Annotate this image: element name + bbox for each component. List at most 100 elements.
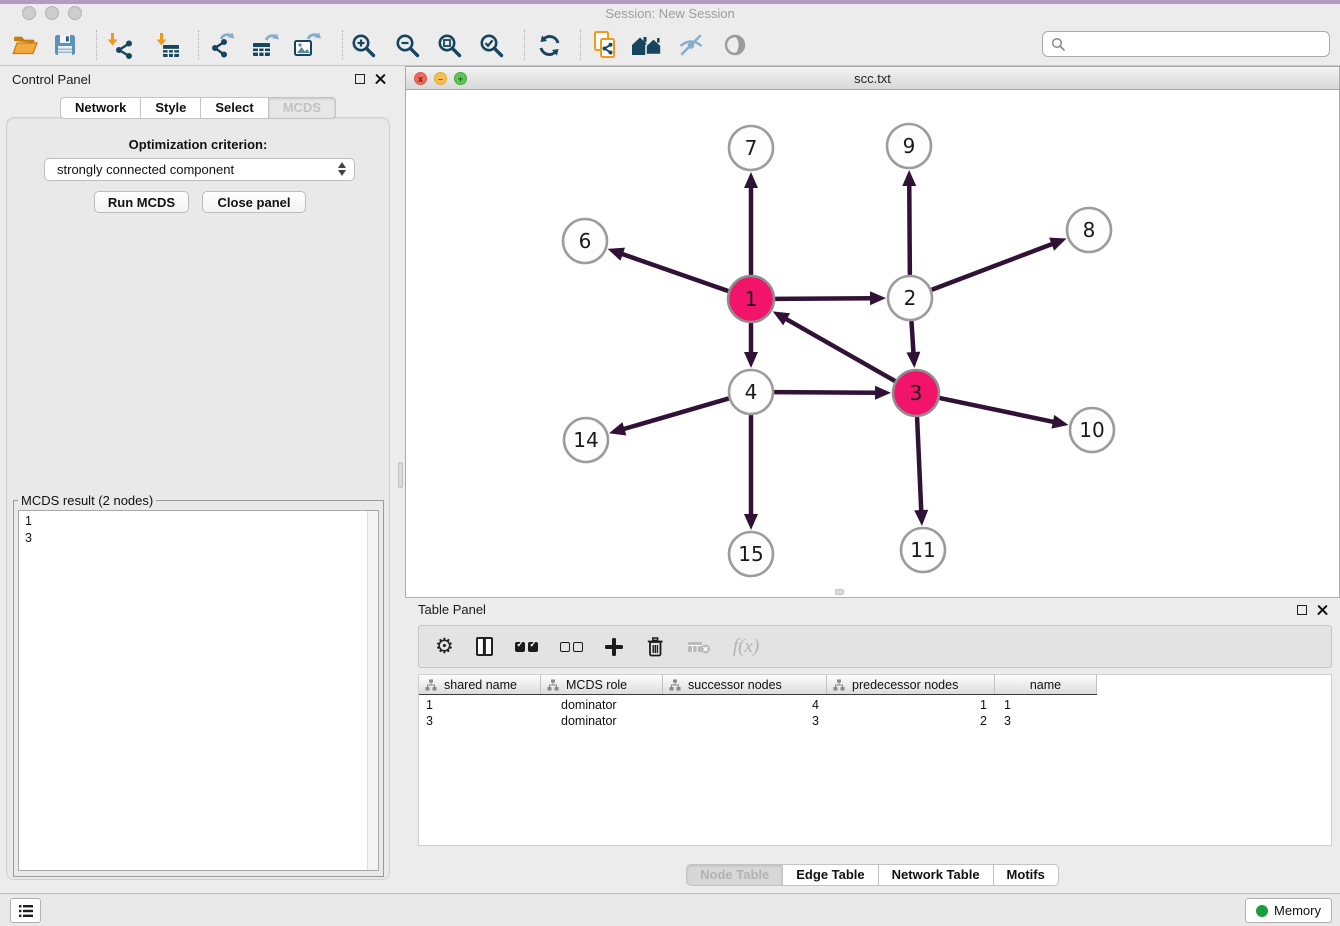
- table-cell: 2: [827, 714, 995, 728]
- hide-details-button[interactable]: [674, 29, 708, 61]
- horizontal-splitter-grip[interactable]: [835, 589, 844, 595]
- show-columns-icon[interactable]: [476, 637, 493, 656]
- float-panel-icon[interactable]: [1297, 605, 1307, 615]
- import-table-button[interactable]: [150, 29, 184, 61]
- tab-style[interactable]: Style: [141, 97, 201, 119]
- zoom-selected-button[interactable]: [474, 29, 508, 61]
- zoom-fit-button[interactable]: [432, 29, 466, 61]
- save-session-button[interactable]: [48, 29, 82, 61]
- column-header-MCDS-role[interactable]: MCDS role: [541, 675, 663, 694]
- tab-edge-table[interactable]: Edge Table: [783, 864, 878, 886]
- column-header-predecessor-nodes[interactable]: predecessor nodes: [827, 675, 995, 694]
- eye-slash-icon: [677, 31, 705, 59]
- table-body: 1dominator4113dominator323: [419, 697, 1331, 729]
- memory-button[interactable]: Memory: [1245, 898, 1332, 923]
- export-image-button[interactable]: [290, 29, 324, 61]
- deselect-all-icon[interactable]: [560, 642, 583, 652]
- table-cell: dominator: [541, 698, 663, 712]
- toolbar-separator: [96, 30, 97, 60]
- toolbar-separator: [580, 30, 581, 60]
- export-network-button[interactable]: [206, 29, 240, 61]
- table-options-icon[interactable]: ⚙: [435, 636, 454, 657]
- task-list-icon: [18, 904, 34, 918]
- birdseye-view-button[interactable]: [718, 29, 752, 61]
- export-network-icon: [209, 31, 237, 59]
- houses-icon: [630, 32, 664, 58]
- svg-text:9: 9: [903, 134, 916, 158]
- toolbar-separator: [198, 30, 199, 60]
- svg-text:11: 11: [910, 538, 935, 562]
- delete-table-icon: [687, 639, 711, 655]
- tab-mcds[interactable]: MCDS: [269, 97, 336, 119]
- network-graph[interactable]: 1234678910111415: [406, 90, 1339, 597]
- task-history-button[interactable]: [10, 898, 41, 923]
- open-session-button[interactable]: [8, 29, 42, 61]
- network-window-titlebar[interactable]: x–+ scc.txt: [406, 67, 1339, 90]
- result-scrollbar[interactable]: [367, 511, 378, 870]
- table-header: shared name MCDS role successor nodes prede…: [419, 675, 1097, 695]
- clone-network-icon: [591, 30, 619, 60]
- import-network-button[interactable]: [104, 29, 138, 61]
- select-all-icon[interactable]: [515, 642, 538, 652]
- mcds-result-textarea[interactable]: 13: [18, 510, 379, 871]
- search-input[interactable]: [1072, 37, 1321, 52]
- optimization-criterion-select[interactable]: strongly connected component: [44, 158, 355, 181]
- table-tabs: Node TableEdge TableNetwork TableMotifs: [405, 864, 1340, 886]
- table-cell: 3: [419, 714, 541, 728]
- close-panel-icon[interactable]: [375, 73, 386, 84]
- tab-motifs[interactable]: Motifs: [994, 864, 1059, 886]
- splitter-grip[interactable]: [398, 462, 403, 488]
- column-label: successor nodes: [688, 678, 782, 692]
- column-label: MCDS role: [566, 678, 627, 692]
- network-view-window: x–+ scc.txt 1234678910111415: [405, 66, 1340, 597]
- zoom-out-button[interactable]: [390, 29, 424, 61]
- svg-text:1: 1: [745, 287, 758, 311]
- table-cell: dominator: [541, 714, 663, 728]
- svg-text:3: 3: [910, 381, 923, 405]
- column-header-shared-name[interactable]: shared name: [419, 675, 541, 694]
- zoom-selected-icon: [478, 32, 505, 59]
- svg-text:10: 10: [1079, 418, 1104, 442]
- welcome-screen-button[interactable]: [630, 29, 664, 61]
- delete-column-icon[interactable]: [645, 636, 665, 658]
- add-column-icon[interactable]: [605, 638, 623, 656]
- zoom-in-button[interactable]: [346, 29, 380, 61]
- close-panel-icon[interactable]: [1317, 604, 1328, 615]
- search-field[interactable]: [1042, 31, 1330, 57]
- export-image-icon: [292, 31, 322, 59]
- table-row[interactable]: 3dominator323: [419, 713, 1331, 729]
- equation-builder-icon: f(x): [733, 636, 759, 658]
- import-table-icon: [153, 31, 181, 59]
- column-type-icon: [425, 679, 437, 691]
- column-type-icon: [669, 679, 681, 691]
- table-row[interactable]: 1dominator411: [419, 697, 1331, 713]
- export-table-icon: [250, 31, 280, 59]
- table-cell: 1: [827, 698, 995, 712]
- table-cell: 1: [419, 698, 541, 712]
- column-header-name[interactable]: name: [995, 675, 1097, 694]
- svg-text:6: 6: [579, 229, 592, 253]
- tab-network[interactable]: Network: [60, 97, 141, 119]
- application-window: Session: New Session: [0, 0, 1340, 926]
- tab-select[interactable]: Select: [201, 97, 268, 119]
- column-header-successor-nodes[interactable]: successor nodes: [663, 675, 827, 694]
- clone-network-button[interactable]: [588, 29, 622, 61]
- memory-status-icon: [1256, 905, 1268, 917]
- tab-network-table[interactable]: Network Table: [879, 864, 994, 886]
- mcds-result-group: MCDS result (2 nodes) 13: [13, 493, 384, 877]
- run-mcds-button[interactable]: Run MCDS: [94, 191, 189, 213]
- column-type-icon: [833, 679, 845, 691]
- search-icon: [1051, 37, 1066, 52]
- refresh-button[interactable]: [532, 29, 566, 61]
- optimization-criterion-label: Optimization criterion:: [0, 137, 396, 152]
- toolbar-separator: [524, 30, 525, 60]
- panel-splitter[interactable]: [396, 66, 405, 893]
- tab-node-table[interactable]: Node Table: [686, 864, 783, 886]
- column-label: shared name: [444, 678, 517, 692]
- close-panel-button[interactable]: Close panel: [202, 191, 306, 213]
- float-panel-icon[interactable]: [355, 74, 365, 84]
- svg-text:14: 14: [573, 428, 598, 452]
- export-table-button[interactable]: [248, 29, 282, 61]
- result-line: 1: [25, 513, 378, 530]
- control-panel-title: Control Panel: [12, 72, 91, 87]
